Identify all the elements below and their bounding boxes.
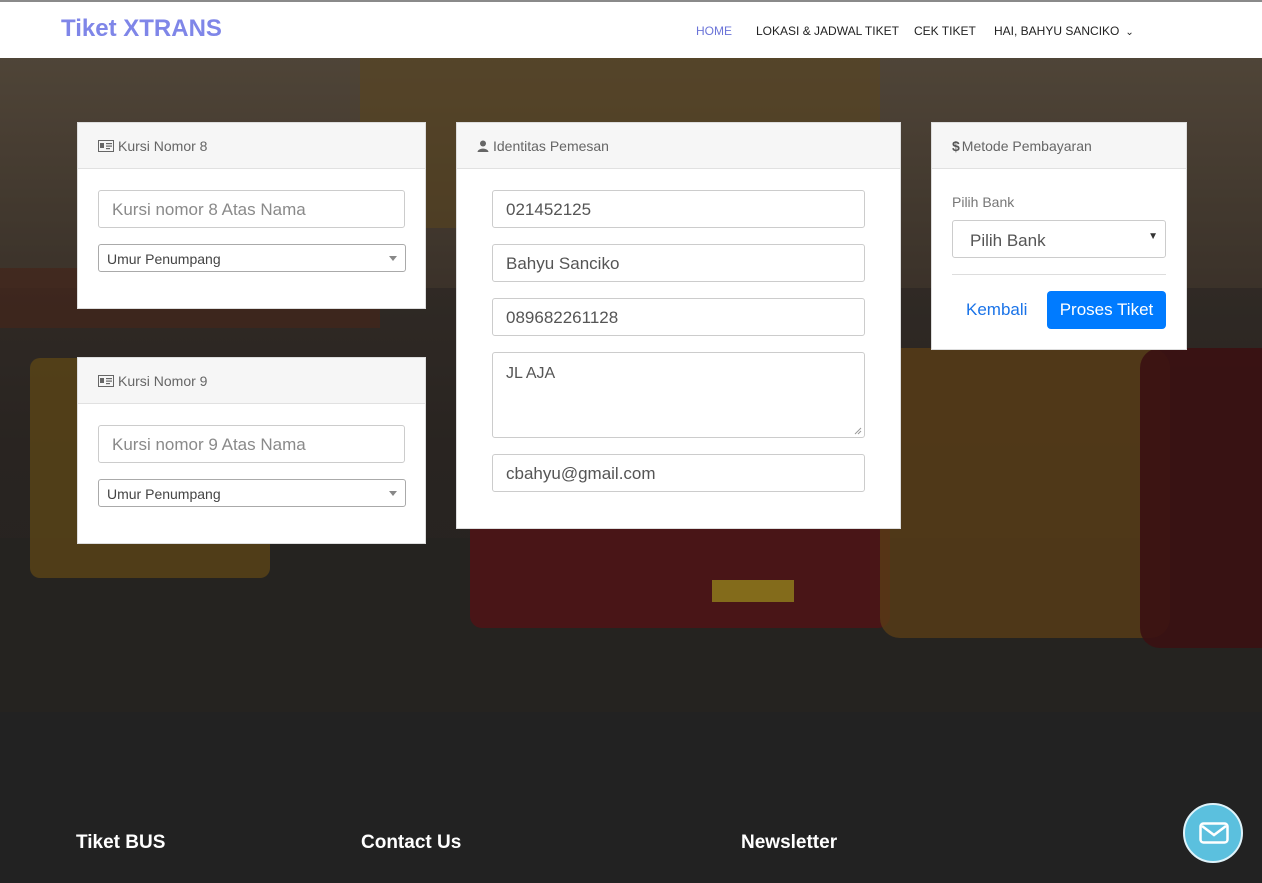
address-textarea[interactable]: JL AJA xyxy=(492,352,865,438)
brand-logo[interactable]: Tiket XTRANS xyxy=(61,15,222,43)
caret-down-icon: ▼ xyxy=(1148,231,1158,242)
phone-input[interactable]: 089682261128 xyxy=(492,298,865,336)
top-navbar: Tiket XTRANS HOME LOKASI & JADWAL TIKET … xyxy=(0,0,1262,58)
dollar-icon: $ xyxy=(952,138,960,154)
bank-label: Pilih Bank xyxy=(952,194,1015,210)
seat-9-title: Kursi Nomor 9 xyxy=(118,373,208,389)
bank-select-value: Pilih Bank xyxy=(970,231,1046,250)
footer xyxy=(0,712,1262,883)
payment-card-header: $ Metode Pembayaran xyxy=(932,123,1186,169)
process-ticket-button[interactable]: Proses Tiket xyxy=(1047,291,1166,329)
identity-title: Identitas Pemesan xyxy=(493,138,609,154)
seat-8-card-header: Kursi Nomor 8 xyxy=(78,123,425,169)
email-input[interactable]: cbahyu@gmail.com xyxy=(492,454,865,492)
id-card-icon xyxy=(98,140,114,152)
address-value: JL AJA xyxy=(506,365,556,382)
nav-lokasi-jadwal[interactable]: LOKASI & JADWAL TIKET xyxy=(756,24,899,38)
ktp-input[interactable]: 021452125 xyxy=(492,190,865,228)
footer-title-tiket-bus: Tiket BUS xyxy=(76,832,166,853)
mail-icon xyxy=(1199,822,1229,844)
seat-8-name-input[interactable]: Kursi nomor 8 Atas Nama xyxy=(98,190,405,228)
bank-select[interactable]: Pilih Bank ▼ xyxy=(952,220,1166,258)
caret-down-icon xyxy=(389,491,397,496)
caret-down-icon xyxy=(389,256,397,261)
payment-card: $ Metode Pembayaran Pilih Bank Pilih Bank… xyxy=(931,122,1187,350)
resize-handle-icon[interactable] xyxy=(854,427,862,435)
user-greeting: HAI, BAHYU SANCIKO xyxy=(994,24,1120,38)
identity-card: Identitas Pemesan 021452125 Bahyu Sancik… xyxy=(456,122,901,529)
seat-8-age-value: Umur Penumpang xyxy=(107,251,221,267)
identity-card-header: Identitas Pemesan xyxy=(457,123,900,169)
seat-9-card: Kursi Nomor 9 Kursi nomor 9 Atas Nama Um… xyxy=(77,357,426,544)
chevron-down-icon: ⌄ xyxy=(1125,27,1134,38)
seat-9-card-header: Kursi Nomor 9 xyxy=(78,358,425,404)
user-icon xyxy=(477,140,489,152)
id-card-icon xyxy=(98,375,114,387)
footer-title-newsletter: Newsletter xyxy=(741,832,838,853)
contact-mail-button[interactable] xyxy=(1183,803,1243,863)
nav-home[interactable]: HOME xyxy=(696,24,732,38)
nav-user-menu[interactable]: HAI, BAHYU SANCIKO ⌄ xyxy=(994,24,1134,38)
footer-title-contact: Contact Us xyxy=(361,832,462,853)
payment-title: Metode Pembayaran xyxy=(961,138,1092,154)
seat-9-name-input[interactable]: Kursi nomor 9 Atas Nama xyxy=(98,425,405,463)
seat-8-card: Kursi Nomor 8 Kursi nomor 8 Atas Nama Um… xyxy=(77,122,426,309)
seat-8-title: Kursi Nomor 8 xyxy=(118,138,208,154)
seat-8-age-select[interactable]: Umur Penumpang xyxy=(98,244,406,272)
seat-9-age-value: Umur Penumpang xyxy=(107,486,221,502)
seat-9-age-select[interactable]: Umur Penumpang xyxy=(98,479,406,507)
name-input[interactable]: Bahyu Sanciko xyxy=(492,244,865,282)
divider xyxy=(952,274,1166,275)
nav-cek-tiket[interactable]: CEK TIKET xyxy=(914,24,976,38)
back-link[interactable]: Kembali xyxy=(966,300,1027,320)
